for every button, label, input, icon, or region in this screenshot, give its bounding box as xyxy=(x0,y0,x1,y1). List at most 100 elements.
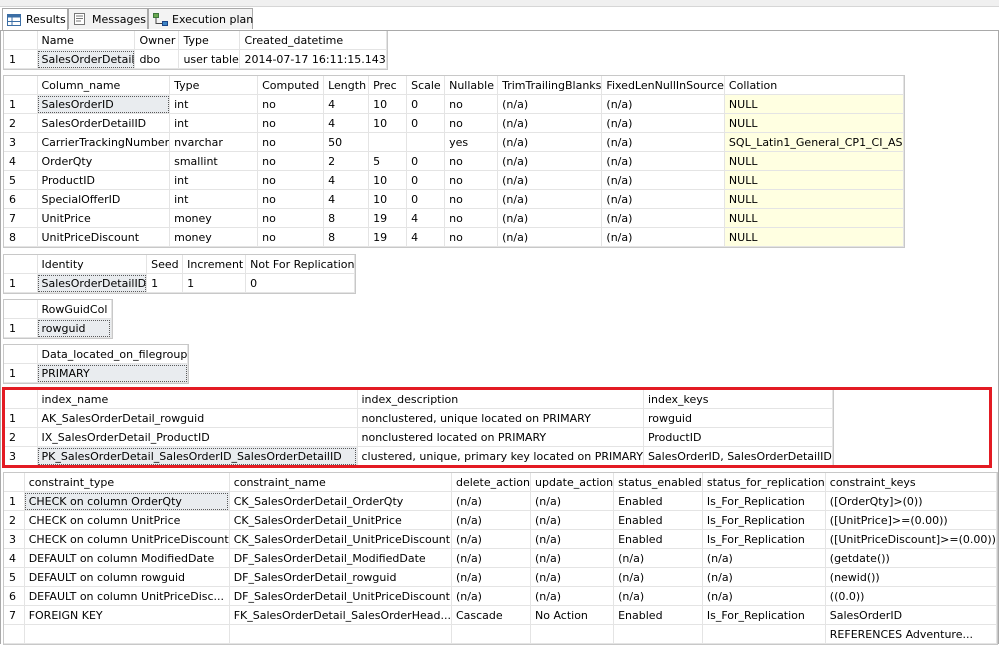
grid-cell[interactable]: int xyxy=(169,94,259,114)
grid-cell[interactable]: DEFAULT on column ModifiedDate xyxy=(24,548,230,568)
column-header[interactable]: Owner xyxy=(134,31,180,50)
grid-cell[interactable]: no xyxy=(257,151,325,171)
grid-cell[interactable]: (n/a) xyxy=(530,586,615,606)
grid-cell[interactable]: no xyxy=(444,94,499,114)
grid-cell[interactable]: SalesOrderDetailID xyxy=(37,113,171,133)
column-header[interactable]: Scale xyxy=(406,76,446,95)
grid-cell[interactable]: DF_SalesOrderDetail_UnitPriceDiscount xyxy=(229,586,452,606)
column-header[interactable]: constraint_name xyxy=(229,473,452,492)
grid-cell[interactable]: rowguid xyxy=(37,318,112,338)
row-number[interactable]: 1 xyxy=(4,363,38,383)
grid-cell[interactable]: (n/a) xyxy=(702,567,826,587)
grid-cell[interactable]: No Action xyxy=(530,605,615,625)
column-header[interactable]: Created_datetime xyxy=(239,31,387,50)
grid-cell[interactable]: 0 xyxy=(406,189,446,209)
grid-cell[interactable]: 0 xyxy=(406,94,446,114)
grid-cell[interactable]: 2 xyxy=(323,151,370,171)
row-number[interactable]: 5 xyxy=(4,567,25,587)
grid-cell[interactable]: no xyxy=(257,208,325,228)
row-number[interactable]: 3 xyxy=(4,529,25,549)
grid-cell[interactable]: (n/a) xyxy=(613,586,703,606)
grid-cell[interactable]: NULL xyxy=(724,227,904,247)
grid-cell[interactable]: 2014-07-17 16:11:15.143 xyxy=(239,49,387,69)
column-header[interactable]: FixedLenNullInSource xyxy=(601,76,725,95)
grid-cell[interactable]: money xyxy=(169,208,259,228)
grid-cell[interactable]: no xyxy=(444,227,499,247)
grid-cell[interactable]: SalesOrderDetail xyxy=(37,49,136,69)
grid-cell[interactable]: 10 xyxy=(368,170,408,190)
grid-cell[interactable]: Cascade xyxy=(451,605,531,625)
grid-cell[interactable]: 4 xyxy=(323,170,370,190)
grid-cell[interactable]: OrderQty xyxy=(37,151,171,171)
grid-cell[interactable]: no xyxy=(444,151,499,171)
column-header[interactable]: index_name xyxy=(37,390,358,409)
grid-cell[interactable]: NULL xyxy=(724,151,904,171)
grid-cell[interactable]: 0 xyxy=(406,170,446,190)
tab-results[interactable]: Results xyxy=(2,8,68,30)
column-header[interactable]: Prec xyxy=(368,76,408,95)
row-number[interactable]: 1 xyxy=(4,491,25,511)
grid-cell[interactable]: (n/a) xyxy=(601,132,725,152)
grid-cell[interactable] xyxy=(229,624,452,644)
grid-cell[interactable]: NULL xyxy=(724,170,904,190)
grid-cell[interactable]: FK_SalesOrderDetail_SalesOrderHead... xyxy=(229,605,452,625)
grid-cell[interactable]: PK_SalesOrderDetail_SalesOrderID_SalesOr… xyxy=(37,446,358,466)
tab-messages[interactable]: Messages xyxy=(68,8,148,29)
grid-cell[interactable]: DEFAULT on column UnitPriceDisc... xyxy=(24,586,230,606)
grid-cell[interactable]: (n/a) xyxy=(702,548,826,568)
grid-cell[interactable]: 8 xyxy=(323,208,370,228)
grid-cell[interactable]: no xyxy=(444,113,499,133)
grid-cell[interactable]: Enabled xyxy=(613,491,703,511)
grid-cell[interactable]: dbo xyxy=(134,49,180,69)
grid-cell[interactable] xyxy=(702,624,826,644)
row-number[interactable]: 3 xyxy=(4,132,38,152)
row-number[interactable]: 1 xyxy=(4,273,38,293)
grid-cell[interactable]: Is_For_Replication xyxy=(702,510,826,530)
grid-cell[interactable]: Is_For_Replication xyxy=(702,605,826,625)
grid-cell[interactable]: (n/a) xyxy=(601,208,725,228)
grid-cell[interactable]: (n/a) xyxy=(451,586,531,606)
row-number[interactable]: 1 xyxy=(4,49,38,69)
row-number[interactable]: 4 xyxy=(4,548,25,568)
grid-cell[interactable]: (n/a) xyxy=(497,94,603,114)
grid-cell[interactable]: 19 xyxy=(368,208,408,228)
grid-cell[interactable]: CarrierTrackingNumber xyxy=(37,132,171,152)
column-header[interactable]: Not For Replication xyxy=(245,255,356,274)
grid-cell[interactable]: 19 xyxy=(368,227,408,247)
grid-cell[interactable]: (n/a) xyxy=(497,227,603,247)
grid-cell[interactable]: (n/a) xyxy=(601,189,725,209)
grid-cell[interactable]: no xyxy=(257,189,325,209)
grid-cell[interactable]: yes xyxy=(444,132,499,152)
grid-cell[interactable]: no xyxy=(257,227,325,247)
grid-cell[interactable]: SQL_Latin1_General_CP1_CI_AS xyxy=(724,132,904,152)
grid-cell[interactable]: ProductID xyxy=(37,170,171,190)
grid-cell[interactable]: no xyxy=(444,208,499,228)
column-header[interactable]: index_description xyxy=(357,390,644,409)
grid-cell[interactable]: (n/a) xyxy=(601,113,725,133)
grid-cell[interactable]: (n/a) xyxy=(451,529,531,549)
column-header[interactable]: RowGuidCol xyxy=(37,300,112,319)
grid-cell[interactable]: Enabled xyxy=(613,529,703,549)
grid-cell[interactable]: no xyxy=(257,170,325,190)
grid-cell[interactable]: 10 xyxy=(368,94,408,114)
grid-cell[interactable]: UnitPrice xyxy=(37,208,171,228)
grid-cell[interactable]: (n/a) xyxy=(530,548,615,568)
grid-cell[interactable] xyxy=(368,132,408,152)
grid-cell[interactable] xyxy=(613,624,703,644)
grid-cell[interactable]: int xyxy=(169,113,259,133)
grid-cell[interactable]: UnitPriceDiscount xyxy=(37,227,171,247)
grid-cell[interactable]: (n/a) xyxy=(613,567,703,587)
grid-cell[interactable]: ([UnitPrice]>=(0.00)) xyxy=(825,510,998,530)
column-header[interactable]: Seed xyxy=(146,255,184,274)
grid-cell[interactable]: 10 xyxy=(368,189,408,209)
grid-cell[interactable]: (n/a) xyxy=(497,151,603,171)
row-number[interactable]: 5 xyxy=(4,170,38,190)
grid-cell[interactable]: PRIMARY xyxy=(37,363,189,383)
grid-cell[interactable]: no xyxy=(444,170,499,190)
grid-cell[interactable]: CHECK on column UnitPriceDiscount xyxy=(24,529,230,549)
grid-cell[interactable]: (n/a) xyxy=(497,170,603,190)
grid-cell[interactable]: 10 xyxy=(368,113,408,133)
grid-cell[interactable]: nonclustered located on PRIMARY xyxy=(357,427,644,447)
grid-cell[interactable]: CK_SalesOrderDetail_UnitPrice xyxy=(229,510,452,530)
grid-cell[interactable]: DF_SalesOrderDetail_ModifiedDate xyxy=(229,548,452,568)
